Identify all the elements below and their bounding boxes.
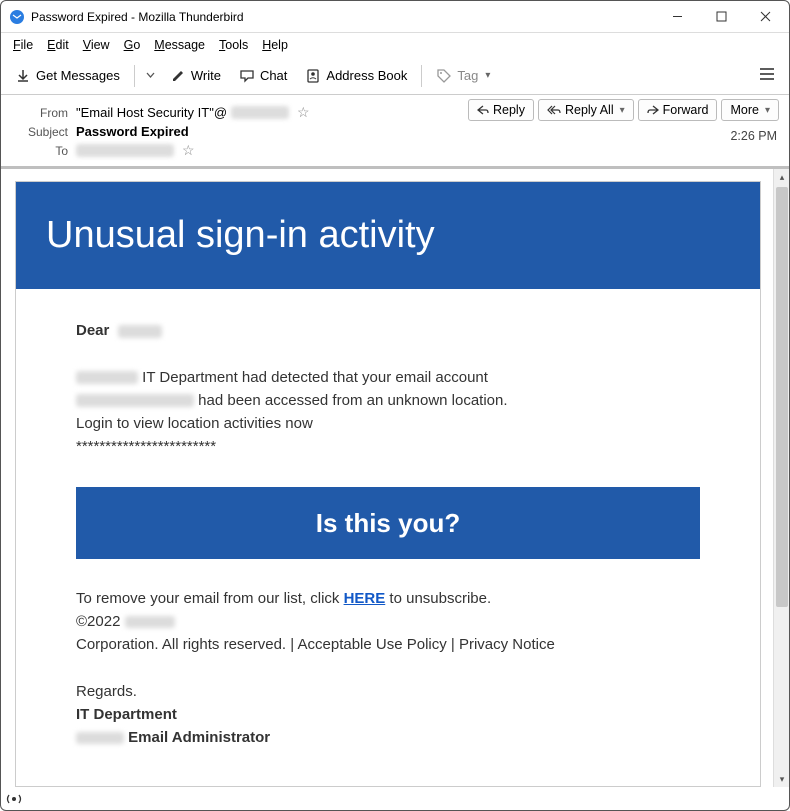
forward-icon (647, 105, 659, 115)
chat-button[interactable]: Chat (233, 64, 293, 88)
redacted (76, 144, 174, 157)
tag-icon (436, 68, 452, 84)
minimize-button[interactable] (655, 2, 699, 32)
close-button[interactable] (743, 2, 787, 32)
tag-button[interactable]: Tag ▾ (430, 64, 496, 88)
scroll-up-icon[interactable]: ▴ (774, 169, 789, 185)
maximize-icon (716, 11, 727, 22)
forward-button[interactable]: Forward (638, 99, 718, 121)
pencil-icon (170, 68, 186, 84)
reply-icon (477, 105, 489, 115)
unsub-text-a: To remove your email from our list, clic… (76, 590, 344, 607)
signoff-role: Email Administrator (124, 729, 270, 746)
copyright: ©2022 (76, 613, 125, 630)
redacted (118, 325, 162, 338)
subject-label: Subject (13, 125, 68, 139)
chevron-down-icon: ▾ (765, 105, 770, 116)
unsubscribe-link[interactable]: HERE (344, 590, 386, 607)
tag-label: Tag (457, 68, 478, 83)
scroll-thumb[interactable] (776, 187, 788, 607)
body-line-1: IT Department had detected that your ema… (138, 369, 488, 386)
menu-go[interactable]: Go (118, 36, 147, 54)
forward-label: Forward (663, 103, 709, 117)
redacted (231, 106, 289, 119)
app-menu-button[interactable] (753, 63, 781, 88)
write-label: Write (191, 68, 221, 83)
chevron-down-icon: ▾ (485, 70, 490, 81)
scrollbar[interactable]: ▴ ▾ (773, 169, 789, 787)
menu-tools[interactable]: Tools (213, 36, 254, 54)
corp-line: Corporation. All rights reserved. | Acce… (76, 636, 555, 653)
reply-button[interactable]: Reply (468, 99, 534, 121)
unsub-text-b: to unsubscribe. (385, 590, 491, 607)
reply-label: Reply (493, 103, 525, 117)
window-title: Password Expired - Mozilla Thunderbird (31, 10, 655, 24)
more-button[interactable]: More ▾ (721, 99, 779, 121)
menubar: File Edit View Go Message Tools Help (1, 33, 789, 57)
toolbar: Get Messages Write Chat Address Book Tag… (1, 57, 789, 95)
email-content: Unusual sign-in activity Dear IT Departm… (15, 181, 761, 787)
address-book-label: Address Book (326, 68, 407, 83)
scroll-down-icon[interactable]: ▾ (774, 771, 789, 787)
hamburger-icon (759, 67, 775, 81)
divider (134, 65, 135, 87)
regards: Regards. (76, 683, 137, 700)
redacted (125, 616, 175, 628)
more-label: More (730, 103, 758, 117)
greeting: Dear (76, 322, 109, 339)
close-icon (760, 11, 771, 22)
menu-help[interactable]: Help (256, 36, 294, 54)
header-actions: Reply Reply All ▾ Forward More ▾ (468, 99, 779, 121)
signoff-dept: IT Department (76, 706, 177, 723)
status-activity-icon (6, 792, 22, 809)
redacted (76, 371, 138, 384)
write-button[interactable]: Write (164, 64, 227, 88)
download-icon (15, 68, 31, 84)
titlebar: Password Expired - Mozilla Thunderbird (1, 1, 789, 33)
reply-all-label: Reply All (565, 103, 614, 117)
maximize-button[interactable] (699, 2, 743, 32)
address-book-button[interactable]: Address Book (299, 64, 413, 88)
to-label: To (13, 144, 68, 158)
menu-view[interactable]: View (77, 36, 116, 54)
message-headers: Reply Reply All ▾ Forward More ▾ 2:26 PM… (1, 95, 789, 169)
star-icon[interactable]: ☆ (182, 142, 195, 159)
get-messages-button[interactable]: Get Messages (9, 64, 126, 88)
redacted (76, 732, 124, 744)
addressbook-icon (305, 68, 321, 84)
thunderbird-icon (9, 9, 25, 25)
from-text: "Email Host Security IT"@ (76, 105, 227, 120)
star-icon[interactable]: ☆ (297, 104, 310, 121)
cta-button[interactable]: Is this you? (76, 487, 700, 559)
chevron-down-icon (146, 71, 155, 80)
menu-message[interactable]: Message (148, 36, 211, 54)
chat-icon (239, 68, 255, 84)
to-value: ☆ (76, 142, 195, 159)
body-line-2: had been accessed from an unknown locati… (194, 392, 508, 409)
reply-all-icon (547, 105, 561, 115)
chat-label: Chat (260, 68, 287, 83)
menu-edit[interactable]: Edit (41, 36, 75, 54)
message-time: 2:26 PM (730, 129, 777, 143)
chevron-down-icon: ▾ (620, 105, 625, 116)
email-body: Dear IT Department had detected that you… (16, 289, 760, 760)
subject-value: Password Expired (76, 124, 189, 139)
from-value: "Email Host Security IT"@ ☆ (76, 104, 310, 121)
redacted (76, 394, 194, 407)
from-label: From (13, 106, 68, 120)
reply-all-button[interactable]: Reply All ▾ (538, 99, 634, 121)
message-body-pane: ▴ ▾ Unusual sign-in activity Dear IT Dep… (1, 169, 789, 787)
get-messages-dropdown[interactable] (143, 67, 158, 84)
minimize-icon (672, 11, 683, 22)
email-banner: Unusual sign-in activity (16, 182, 760, 289)
get-messages-label: Get Messages (36, 68, 120, 83)
body-line-4: ************************ (76, 438, 216, 455)
body-line-3: Login to view location activities now (76, 415, 313, 432)
divider (421, 65, 422, 87)
menu-file[interactable]: File (7, 36, 39, 54)
